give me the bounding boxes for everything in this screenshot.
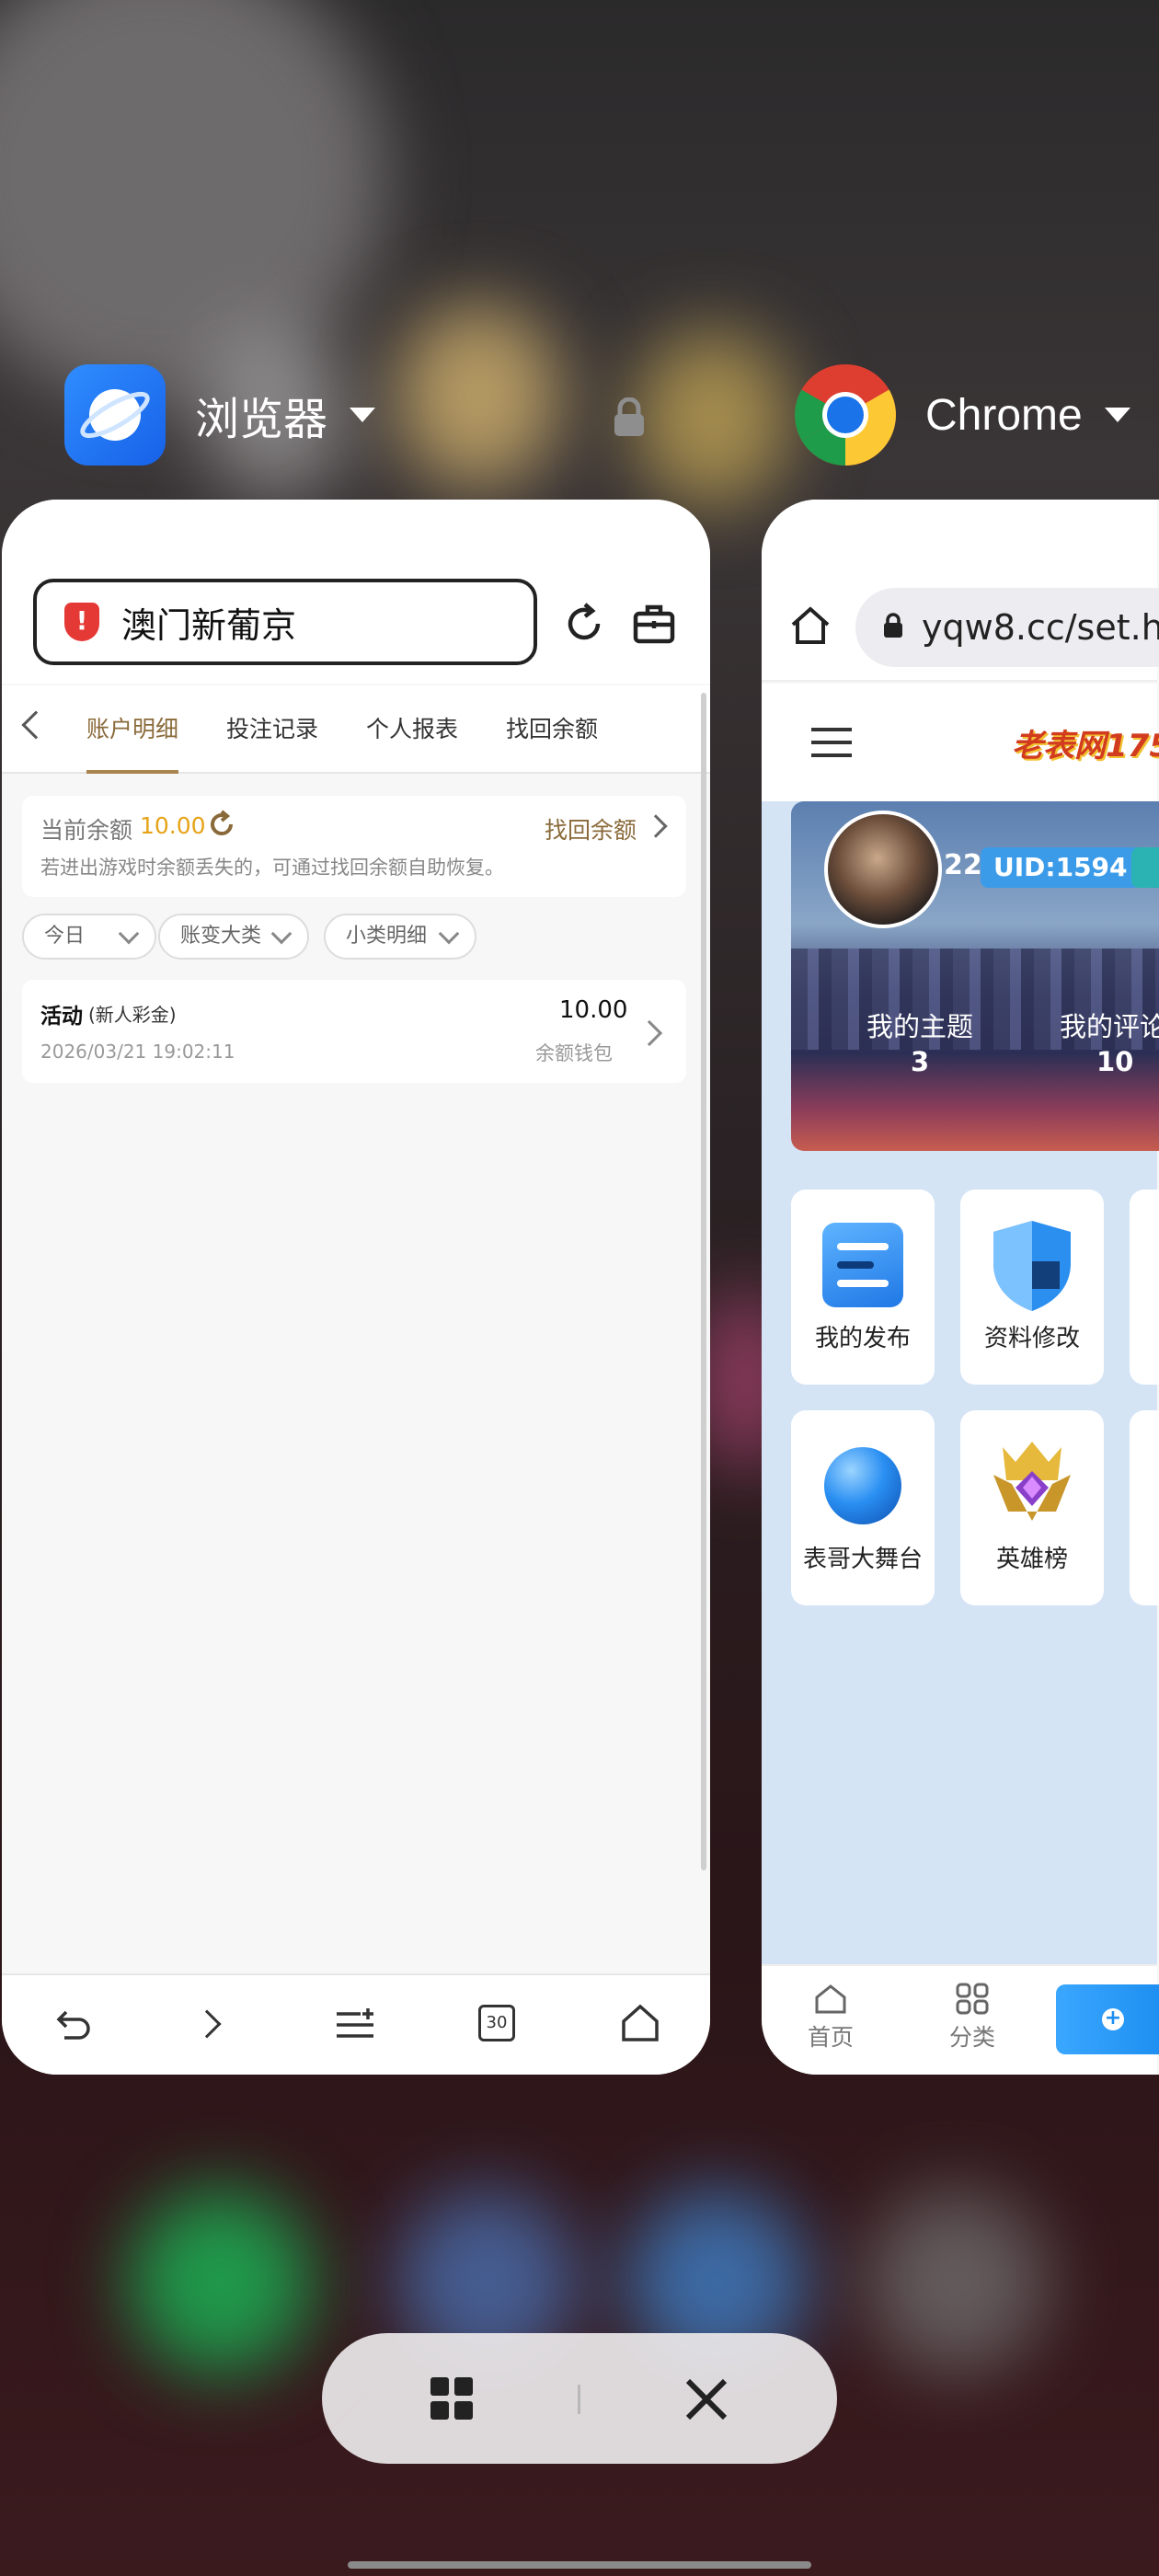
nav-home[interactable]: 首页 — [789, 1983, 872, 2053]
filter-subcategory-label: 小类明细 — [346, 925, 428, 948]
app-name: Chrome — [925, 390, 1083, 440]
tab-bet-records[interactable]: 投注记录 — [226, 685, 318, 774]
record-datetime: 2026/03/21 19:02:11 — [40, 1041, 235, 1063]
tile-partial[interactable] — [1130, 1190, 1159, 1385]
browser-app-icon — [64, 364, 166, 466]
nav-home-label: 首页 — [807, 2024, 854, 2051]
tile-partial[interactable] — [1130, 1410, 1159, 1605]
back-arrow-icon[interactable] — [53, 2005, 94, 2049]
user-id-fragment: 22 — [944, 849, 982, 881]
chevron-right-icon — [636, 1019, 663, 1047]
toolbox-icon[interactable] — [631, 601, 677, 650]
tile-hero-board[interactable]: 英雄榜 — [960, 1410, 1104, 1605]
chevron-down-icon — [118, 923, 140, 945]
chrome-app-icon — [795, 364, 896, 466]
app-name: 浏览器 — [195, 396, 328, 444]
uid-badge: UID:1594 — [981, 847, 1141, 888]
address-bar[interactable]: ! 澳门新葡京 — [33, 579, 537, 665]
tab-recover-balance[interactable]: 找回余额 — [506, 685, 598, 774]
balance-box: 当前余额 10.00 找回余额 若进出游戏时余额丢失的，可通过找回余额自助恢复。 — [22, 796, 686, 897]
chevron-down-icon[interactable] — [1104, 408, 1130, 422]
plus-icon: + — [1102, 2008, 1124, 2030]
tab-personal-report[interactable]: 个人报表 — [366, 685, 458, 774]
document-icon — [822, 1223, 903, 1307]
record-wallet: 余额钱包 — [535, 1042, 613, 1064]
stat-comments-label[interactable]: 我的评论 — [1060, 1006, 1159, 1044]
stat-comments-value: 10 — [1096, 1046, 1134, 1077]
filter-date[interactable]: 今日 — [22, 914, 156, 960]
lock-icon — [881, 612, 905, 643]
trophy-icon — [993, 1442, 1071, 1521]
url-bar[interactable]: yqw8.cc/set.htm — [855, 588, 1159, 667]
record-subtitle: (新人彩金) — [88, 1004, 177, 1026]
url-text: yqw8.cc/set.htm — [922, 607, 1159, 648]
home-indicator[interactable] — [348, 2561, 811, 2569]
recents-action-bar — [322, 2333, 837, 2464]
menu-icon[interactable] — [335, 2007, 375, 2047]
post-button[interactable]: + — [1056, 1984, 1159, 2054]
tile-label: 表哥大舞台 — [802, 1546, 923, 1573]
tile-stage[interactable]: 表哥大舞台 — [791, 1410, 935, 1605]
chevron-right-icon[interactable] — [644, 814, 668, 838]
chevron-down-icon — [270, 923, 293, 945]
left-app-header[interactable]: 浏览器 — [64, 364, 376, 466]
email-badge-icon — [1131, 847, 1159, 888]
tabs-count-icon[interactable]: 30 — [478, 2005, 515, 2041]
tab-account-details[interactable]: 账户明细 — [86, 685, 179, 774]
shield-icon — [993, 1221, 1071, 1311]
tile-label: 我的发布 — [814, 1325, 911, 1352]
close-all-icon[interactable] — [684, 2377, 729, 2425]
stat-topics-value: 3 — [911, 1046, 930, 1077]
globe-icon — [824, 1447, 901, 1524]
hamburger-icon[interactable] — [809, 724, 854, 765]
site-header: 老表网175.C — [762, 684, 1159, 801]
home-icon[interactable] — [620, 2003, 660, 2047]
tile-label: 英雄榜 — [995, 1546, 1068, 1573]
recover-balance-link[interactable]: 找回余额 — [545, 812, 637, 845]
home-icon[interactable] — [789, 604, 832, 650]
forward-icon[interactable] — [192, 2009, 222, 2039]
lock-icon[interactable] — [611, 397, 648, 442]
tile-my-posts[interactable]: 我的发布 — [791, 1190, 935, 1385]
record-title: 活动 — [40, 1005, 83, 1029]
chevron-down-icon[interactable] — [350, 408, 376, 422]
tile-edit-profile[interactable]: 资料修改 — [960, 1190, 1104, 1385]
chevron-down-icon — [438, 923, 460, 945]
nav-categories[interactable]: 分类 — [931, 1983, 1014, 2053]
filter-subcategory[interactable]: 小类明细 — [324, 914, 476, 960]
transaction-record[interactable]: 活动 (新人彩金) 2026/03/21 19:02:11 10.00 余额钱包 — [22, 980, 686, 1083]
chrome-task-card[interactable]: yqw8.cc/set.htm 老表网175.C 22 UID:1594 我的主… — [762, 500, 1159, 2075]
balance-note: 若进出游戏时余额丢失的，可通过找回余额自助恢复。 — [40, 857, 504, 879]
refresh-icon[interactable] — [561, 601, 607, 650]
browser-task-card[interactable]: ! 澳门新葡京 账户明细 投注记录 个人报表 找回余额 当前余额 10.00 找… — [2, 500, 710, 2075]
filter-category[interactable]: 账变大类 — [158, 914, 309, 960]
stat-topics-label[interactable]: 我的主题 — [866, 1006, 973, 1044]
balance-value: 10.00 — [140, 812, 206, 839]
right-app-header[interactable]: Chrome — [795, 364, 1130, 466]
filter-category-label: 账变大类 — [180, 925, 262, 948]
record-amount: 10.00 — [559, 996, 628, 1024]
avatar[interactable] — [824, 811, 942, 928]
nav-categories-label: 分类 — [948, 2024, 995, 2051]
home-icon — [815, 1984, 846, 2014]
site-bottom-nav: 首页 分类 + — [762, 1964, 1159, 2075]
site-logo[interactable]: 老表网175.C — [1012, 720, 1159, 765]
tile-label: 资料修改 — [983, 1325, 1080, 1352]
grid-view-icon[interactable] — [429, 2375, 475, 2425]
scrollbar[interactable] — [701, 693, 706, 1870]
address-text: 澳门新葡京 — [121, 604, 297, 646]
browser-bottom-toolbar: 30 — [2, 1973, 710, 2075]
shield-icon: ! — [64, 603, 99, 641]
account-tabs: 账户明细 投注记录 个人报表 找回余额 — [2, 685, 710, 774]
balance-label: 当前余额 — [40, 817, 133, 844]
refresh-balance-icon[interactable] — [206, 809, 237, 844]
filter-date-label: 今日 — [44, 925, 86, 948]
grid-icon — [956, 1983, 989, 2015]
profile-banner: 22 UID:1594 我的主题 3 我的评论 10 — [791, 801, 1159, 1151]
divider — [578, 2385, 580, 2414]
back-icon[interactable] — [21, 710, 51, 740]
